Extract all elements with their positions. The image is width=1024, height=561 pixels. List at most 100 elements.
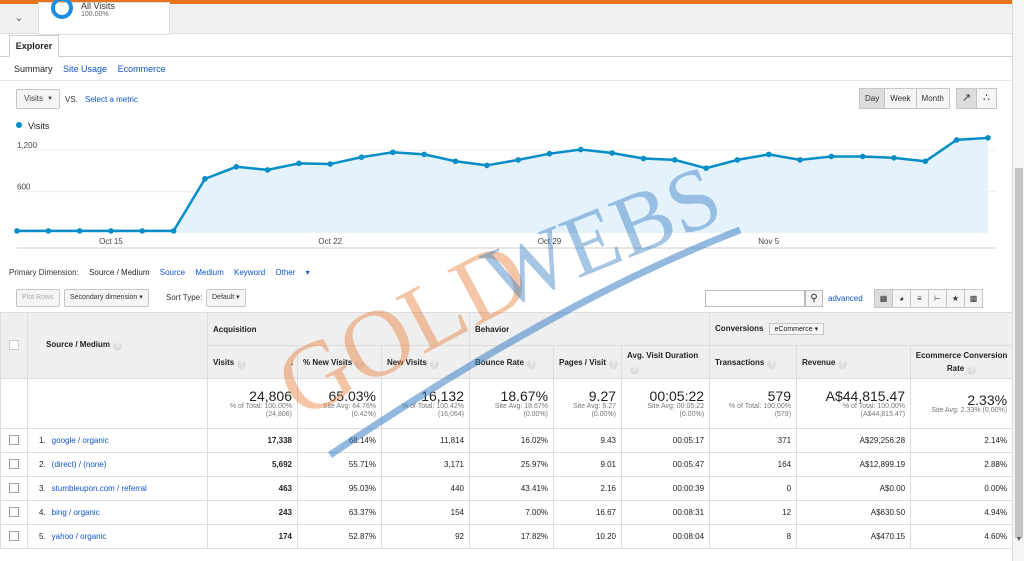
visits-point[interactable] bbox=[922, 158, 929, 165]
scrollbar-thumb[interactable] bbox=[1015, 168, 1023, 538]
pivot-view-icon[interactable]: ▩ bbox=[964, 289, 983, 308]
select-metric-link[interactable]: Select a metric bbox=[85, 95, 138, 104]
help-icon[interactable]: ? bbox=[838, 359, 848, 369]
row-checkbox[interactable] bbox=[9, 506, 19, 517]
visits-point[interactable] bbox=[953, 137, 960, 143]
line-chart-icon[interactable]: ↗ bbox=[956, 88, 977, 109]
source-link[interactable]: yahoo / organic bbox=[52, 532, 107, 541]
column-header[interactable]: Ecommerce Conversion Rate? bbox=[910, 345, 1014, 379]
visits-point[interactable] bbox=[484, 162, 490, 169]
scrollbar[interactable]: ▼ bbox=[1012, 0, 1024, 561]
dimension-medium[interactable]: Medium bbox=[195, 268, 223, 277]
column-header[interactable]: Visits? ↓ bbox=[207, 345, 298, 379]
column-header[interactable]: New Visits? bbox=[380, 345, 471, 379]
help-icon[interactable]: ? bbox=[429, 359, 439, 369]
dimension-keyword[interactable]: Keyword bbox=[234, 268, 265, 277]
advanced-filter-link[interactable]: advanced bbox=[828, 294, 863, 303]
visits-point[interactable] bbox=[985, 135, 991, 141]
column-header[interactable]: Revenue? bbox=[796, 345, 912, 379]
dimension-other[interactable]: Other ▾ bbox=[275, 268, 309, 277]
source-link[interactable]: (direct) / (none) bbox=[52, 460, 107, 469]
dimension-source-medium[interactable]: Source / Medium bbox=[89, 268, 149, 277]
visits-point[interactable] bbox=[765, 151, 772, 158]
metric-cell: 3,171 bbox=[380, 452, 471, 477]
visits-point[interactable] bbox=[45, 228, 52, 234]
source-link[interactable]: stumbleupon.com / referral bbox=[52, 484, 147, 493]
secondary-dimension-select[interactable]: Secondary dimension ▾ bbox=[64, 289, 149, 307]
visits-point[interactable] bbox=[358, 154, 365, 160]
help-icon[interactable]: ? bbox=[967, 366, 977, 375]
search-icon[interactable]: ⚲ bbox=[805, 290, 823, 307]
column-header[interactable]: Avg. Visit Duration? bbox=[621, 345, 711, 379]
period-week-button[interactable]: Week bbox=[884, 88, 917, 109]
segment-collapse-icon[interactable]: ⌄ bbox=[8, 8, 30, 28]
visits-point[interactable] bbox=[859, 153, 866, 160]
help-icon[interactable]: ? bbox=[609, 359, 619, 369]
visits-point[interactable] bbox=[202, 176, 208, 182]
scroll-down-icon[interactable]: ▼ bbox=[1015, 536, 1023, 548]
conversions-select[interactable]: eCommerce ▾ bbox=[768, 323, 825, 335]
help-icon[interactable]: ? bbox=[113, 342, 123, 351]
visits-point[interactable] bbox=[640, 155, 647, 162]
total-l2: (579) bbox=[774, 410, 792, 418]
column-header[interactable]: Pages / Visit? bbox=[553, 345, 623, 379]
source-link[interactable]: google / organic bbox=[52, 436, 109, 445]
column-header[interactable]: % New Visits? bbox=[297, 345, 382, 379]
subtab-site-usage[interactable]: Site Usage bbox=[63, 64, 107, 74]
visits-point[interactable] bbox=[671, 157, 678, 163]
help-icon[interactable]: ? bbox=[630, 366, 640, 375]
visits-point[interactable] bbox=[578, 146, 584, 153]
help-icon[interactable]: ? bbox=[237, 359, 247, 369]
plot-rows-button[interactable]: Plot Rows bbox=[16, 289, 60, 307]
comparison-view-icon[interactable]: ⊢ bbox=[928, 289, 947, 308]
motion-chart-icon[interactable]: ∴ bbox=[976, 88, 997, 109]
subtab-ecommerce[interactable]: Ecommerce bbox=[118, 64, 166, 74]
visits-point[interactable] bbox=[264, 167, 271, 173]
term-cloud-view-icon[interactable]: ★ bbox=[946, 289, 965, 308]
metric-select[interactable]: Visits ▼ bbox=[16, 89, 60, 109]
visits-point[interactable] bbox=[76, 228, 83, 234]
help-icon[interactable]: ? bbox=[526, 359, 536, 369]
row-checkbox[interactable] bbox=[9, 530, 19, 541]
row-checkbox[interactable] bbox=[9, 458, 19, 469]
visits-point[interactable] bbox=[139, 228, 146, 234]
visits-point[interactable] bbox=[296, 160, 302, 167]
visits-point[interactable] bbox=[233, 163, 240, 170]
dimension-source[interactable]: Source bbox=[160, 268, 185, 277]
period-day-button[interactable]: Day bbox=[859, 88, 886, 109]
sort-type-select[interactable]: Default ▾ bbox=[206, 289, 246, 307]
source-medium-header[interactable]: Source / Medium? bbox=[27, 312, 208, 379]
visits-point[interactable] bbox=[421, 151, 427, 158]
select-all-checkbox[interactable] bbox=[9, 339, 19, 350]
visits-point[interactable] bbox=[828, 153, 835, 160]
subtab-summary[interactable]: Summary bbox=[14, 64, 53, 74]
visits-point[interactable] bbox=[797, 157, 803, 163]
x-tick-label: Oct 15 bbox=[99, 237, 123, 246]
pie-view-icon[interactable]: ◕ bbox=[892, 289, 911, 308]
performance-view-icon[interactable]: ≡ bbox=[910, 289, 929, 308]
visits-point[interactable] bbox=[327, 161, 334, 167]
visits-point[interactable] bbox=[170, 228, 177, 234]
visits-point[interactable] bbox=[546, 150, 553, 157]
data-table-view-icon[interactable]: ▦ bbox=[874, 289, 893, 308]
period-month-button[interactable]: Month bbox=[915, 88, 950, 109]
visits-point[interactable] bbox=[515, 157, 521, 163]
visits-point[interactable] bbox=[609, 150, 615, 156]
row-checkbox[interactable] bbox=[9, 434, 19, 445]
column-header[interactable]: Bounce Rate? bbox=[469, 345, 555, 379]
visits-point[interactable] bbox=[108, 228, 114, 234]
visits-point[interactable] bbox=[703, 165, 709, 171]
visits-point[interactable] bbox=[891, 155, 897, 161]
segment-card[interactable]: All Visits 100.00% bbox=[38, 0, 170, 35]
visits-point[interactable] bbox=[452, 158, 459, 165]
visits-point[interactable] bbox=[734, 157, 741, 163]
column-header[interactable]: Transactions? bbox=[709, 345, 798, 379]
visits-point[interactable] bbox=[14, 228, 20, 234]
tab-explorer[interactable]: Explorer bbox=[9, 35, 59, 57]
table-search-input[interactable] bbox=[705, 290, 805, 307]
visits-point[interactable] bbox=[390, 149, 396, 156]
source-link[interactable]: bing / organic bbox=[52, 508, 100, 517]
help-icon[interactable]: ? bbox=[355, 359, 365, 369]
help-icon[interactable]: ? bbox=[767, 359, 777, 369]
row-checkbox[interactable] bbox=[9, 482, 19, 493]
